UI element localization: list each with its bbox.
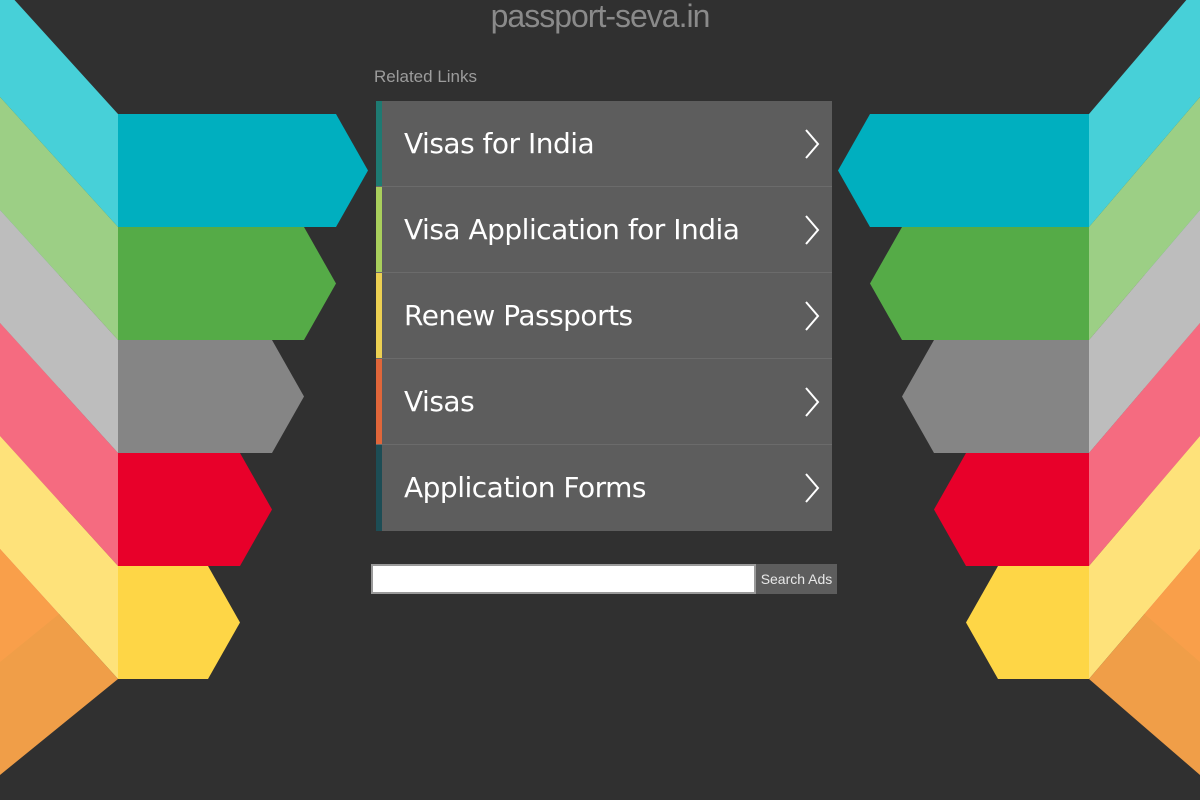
related-link-application-forms[interactable]: Application Forms xyxy=(376,445,832,531)
related-links-heading: Related Links xyxy=(374,67,478,86)
related-link-visas-for-india[interactable]: Visas for India xyxy=(376,101,832,187)
right-arrow xyxy=(934,453,1089,566)
left-arrow-decoration xyxy=(0,0,368,775)
search-input[interactable] xyxy=(371,564,756,594)
site-title[interactable]: passport-seva.in xyxy=(0,0,1200,35)
related-link-visa-application-for-india[interactable]: Visa Application for India xyxy=(376,187,832,273)
right-arrow xyxy=(966,566,1089,679)
link-accent-bar xyxy=(376,273,382,358)
right-arrow xyxy=(838,114,1089,227)
right-arrow xyxy=(902,340,1089,453)
chevron-right-icon xyxy=(805,215,820,245)
right-arrow xyxy=(870,227,1089,340)
left-arrow xyxy=(118,340,304,453)
left-arrow xyxy=(118,453,272,566)
chevron-right-icon xyxy=(805,129,820,159)
chevron-right-icon xyxy=(805,473,820,503)
link-accent-bar xyxy=(376,359,382,444)
left-arrow xyxy=(118,227,336,340)
related-links-list: Visas for India Visa Application for Ind… xyxy=(376,101,832,531)
chevron-right-icon xyxy=(805,301,820,331)
related-link-label[interactable]: Visas xyxy=(404,359,475,445)
related-link-label[interactable]: Renew Passports xyxy=(404,273,633,359)
right-arrow-decoration xyxy=(838,0,1200,775)
link-accent-bar xyxy=(376,187,382,272)
left-arrow xyxy=(118,114,368,227)
link-accent-bar xyxy=(376,101,382,186)
search-ads-button[interactable]: Search Ads xyxy=(756,564,837,594)
related-link-renew-passports[interactable]: Renew Passports xyxy=(376,273,832,359)
related-link-label[interactable]: Application Forms xyxy=(404,445,646,531)
related-link-label[interactable]: Visas for India xyxy=(404,101,595,187)
link-accent-bar xyxy=(376,445,382,531)
left-arrow xyxy=(118,566,240,679)
search-form: Search Ads xyxy=(371,564,837,594)
related-link-visas[interactable]: Visas xyxy=(376,359,832,445)
chevron-right-icon xyxy=(805,387,820,417)
page-background: passport-seva.in Related Links Visas for… xyxy=(0,0,1200,800)
related-link-label[interactable]: Visa Application for India xyxy=(404,187,740,273)
